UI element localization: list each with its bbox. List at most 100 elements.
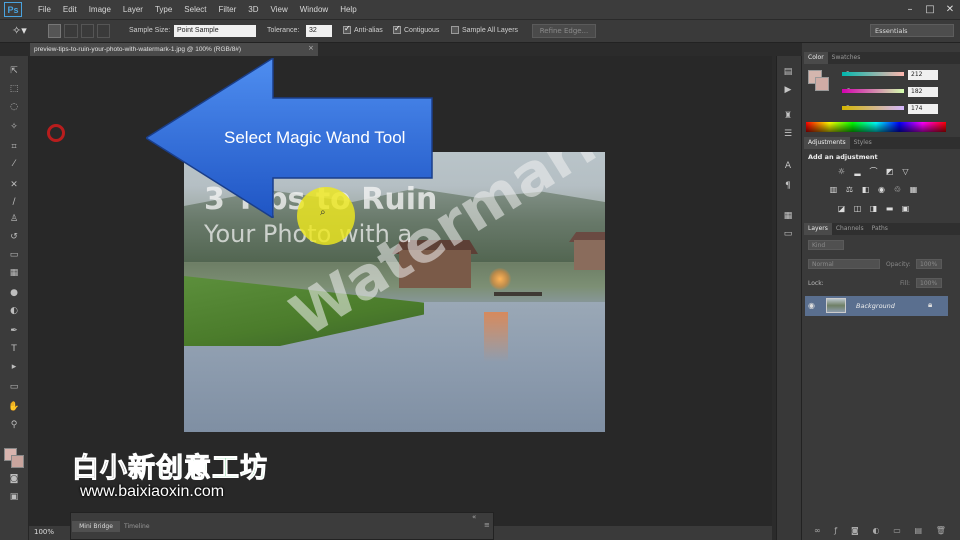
screen-mode-icon[interactable]: ▣ bbox=[6, 490, 22, 504]
rectangle-tool-icon[interactable]: ▭ bbox=[6, 380, 22, 394]
new-adjustment-layer-icon[interactable]: ◐ bbox=[872, 526, 879, 536]
healing-brush-tool-icon[interactable]: ✕ bbox=[6, 178, 22, 192]
add-selection-icon[interactable] bbox=[64, 24, 78, 38]
posterize-icon[interactable]: ◫ bbox=[852, 204, 863, 213]
eraser-tool-icon[interactable]: ▭ bbox=[6, 248, 22, 262]
layer-mask-icon[interactable]: ◙ bbox=[851, 526, 859, 536]
blend-mode-select[interactable]: Normal bbox=[808, 259, 880, 269]
fill-input[interactable]: 100% bbox=[916, 278, 942, 288]
color-background-swatch[interactable] bbox=[815, 77, 829, 91]
menu-image[interactable]: Image bbox=[83, 0, 117, 19]
selective-color-icon[interactable]: ▣ bbox=[900, 204, 911, 213]
quick-mask-icon[interactable]: ◙ bbox=[6, 472, 22, 486]
menu-type[interactable]: Type bbox=[149, 0, 178, 19]
r-value-input[interactable]: 212 bbox=[908, 70, 938, 80]
lasso-tool-icon[interactable]: ◌ bbox=[6, 100, 22, 114]
tab-color[interactable]: Color bbox=[804, 52, 828, 64]
brush-panel-icon[interactable]: ♜ bbox=[780, 110, 796, 123]
menu-edit[interactable]: Edit bbox=[57, 0, 83, 19]
exposure-icon[interactable]: ◩ bbox=[884, 167, 895, 176]
clone-stamp-tool-icon[interactable]: ♙ bbox=[6, 212, 22, 226]
subtract-selection-icon[interactable] bbox=[80, 24, 94, 38]
history-icon[interactable]: ▤ bbox=[780, 66, 796, 79]
info-icon[interactable]: ▦ bbox=[780, 210, 796, 223]
tab-mini-bridge[interactable]: Mini Bridge bbox=[72, 521, 120, 532]
new-layer-icon[interactable]: ▤ bbox=[914, 526, 922, 536]
channel-mixer-icon[interactable]: ♲ bbox=[892, 185, 903, 194]
brightness-icon[interactable]: ☼ bbox=[836, 167, 847, 176]
color-balance-icon[interactable]: ⚖ bbox=[844, 185, 855, 194]
tolerance-input[interactable]: 32 bbox=[306, 25, 332, 37]
menu-select[interactable]: Select bbox=[178, 0, 212, 19]
menu-3d[interactable]: 3D bbox=[242, 0, 264, 19]
paragraph-icon[interactable]: ¶ bbox=[780, 180, 796, 193]
refine-edge-button[interactable]: Refine Edge... bbox=[532, 24, 596, 38]
layer-style-icon[interactable]: ƒ bbox=[834, 526, 837, 536]
photo-filter-icon[interactable]: ◉ bbox=[876, 185, 887, 194]
brush-presets-icon[interactable]: ☰ bbox=[780, 128, 796, 141]
close-window-button[interactable]: ✕ bbox=[940, 0, 960, 19]
move-tool-icon[interactable]: ⇱ bbox=[6, 64, 22, 78]
link-layers-icon[interactable]: ∞ bbox=[814, 526, 821, 536]
tab-styles[interactable]: Styles bbox=[850, 137, 876, 149]
zoom-level[interactable]: 100% bbox=[34, 528, 54, 536]
type-tool-icon[interactable]: T bbox=[6, 342, 22, 356]
tab-layers[interactable]: Layers bbox=[804, 223, 832, 235]
tab-timeline[interactable]: Timeline bbox=[124, 521, 150, 532]
b-slider[interactable] bbox=[842, 106, 904, 110]
new-group-icon[interactable]: ▭ bbox=[893, 526, 901, 536]
tab-adjustments[interactable]: Adjustments bbox=[804, 137, 850, 149]
notes-icon[interactable]: ▭ bbox=[780, 228, 796, 241]
r-slider[interactable] bbox=[842, 72, 904, 76]
crop-tool-icon[interactable]: ⌗ bbox=[6, 140, 22, 154]
black-white-icon[interactable]: ◧ bbox=[860, 185, 871, 194]
curves-icon[interactable]: ⌒ bbox=[868, 167, 879, 176]
new-selection-icon[interactable] bbox=[48, 24, 62, 38]
pen-tool-icon[interactable]: ✒ bbox=[6, 324, 22, 338]
dodge-tool-icon[interactable]: ◐ bbox=[6, 304, 22, 318]
magic-wand-preset-icon[interactable]: ✧▾ bbox=[12, 23, 38, 39]
hand-tool-icon[interactable]: ✋ bbox=[6, 400, 22, 414]
tab-channels[interactable]: Channels bbox=[832, 223, 868, 235]
eyedropper-tool-icon[interactable]: ⁄ bbox=[6, 157, 22, 171]
g-value-input[interactable]: 182 bbox=[908, 87, 938, 97]
menu-window[interactable]: Window bbox=[294, 0, 334, 19]
tab-paths[interactable]: Paths bbox=[868, 223, 892, 235]
menu-view[interactable]: View bbox=[265, 0, 294, 19]
workspace-switcher[interactable]: Essentials bbox=[870, 24, 954, 37]
sample-size-select[interactable]: Point Sample bbox=[174, 25, 256, 37]
minimize-button[interactable]: – bbox=[900, 0, 920, 19]
maximize-button[interactable]: □ bbox=[920, 0, 940, 19]
character-icon[interactable]: A bbox=[780, 160, 796, 173]
background-color-swatch[interactable] bbox=[11, 455, 24, 468]
actions-icon[interactable]: ▶ bbox=[780, 84, 796, 97]
threshold-icon[interactable]: ◨ bbox=[868, 204, 879, 213]
tab-swatches[interactable]: Swatches bbox=[828, 52, 865, 64]
gradient-map-icon[interactable]: ▬ bbox=[884, 204, 895, 213]
vibrance-icon[interactable]: ▽ bbox=[900, 167, 911, 176]
layer-name[interactable]: Background bbox=[856, 302, 895, 310]
delete-layer-icon[interactable]: 🗑︎ bbox=[936, 526, 946, 536]
history-brush-tool-icon[interactable]: ↺ bbox=[6, 230, 22, 244]
anti-alias-checkbox[interactable] bbox=[343, 24, 351, 34]
hue-saturation-icon[interactable]: ▥ bbox=[828, 185, 839, 194]
mini-bridge-menu-icon[interactable]: ≡ bbox=[484, 521, 490, 529]
menu-layer[interactable]: Layer bbox=[117, 0, 149, 19]
invert-icon[interactable]: ◪ bbox=[836, 204, 847, 213]
layer-filter-kind[interactable]: Kind bbox=[808, 240, 844, 250]
path-selection-tool-icon[interactable]: ▸ bbox=[6, 360, 22, 374]
contiguous-checkbox[interactable] bbox=[393, 24, 401, 34]
g-slider[interactable] bbox=[842, 89, 904, 93]
color-lookup-icon[interactable]: ▦ bbox=[908, 185, 919, 194]
blur-tool-icon[interactable]: ● bbox=[6, 286, 22, 300]
document-tab[interactable]: preview-tips-to-ruin-your-photo-with-wat… bbox=[30, 43, 318, 56]
intersect-selection-icon[interactable] bbox=[96, 24, 110, 38]
gradient-tool-icon[interactable]: ▦ bbox=[6, 266, 22, 280]
menu-help[interactable]: Help bbox=[334, 0, 362, 19]
menu-file[interactable]: File bbox=[32, 0, 57, 19]
b-value-input[interactable]: 174 bbox=[908, 104, 938, 114]
marquee-tool-icon[interactable]: ⬚ bbox=[6, 82, 22, 96]
menu-filter[interactable]: Filter bbox=[213, 0, 243, 19]
sample-all-layers-checkbox[interactable] bbox=[451, 26, 459, 34]
document-close-icon[interactable]: × bbox=[308, 44, 314, 52]
